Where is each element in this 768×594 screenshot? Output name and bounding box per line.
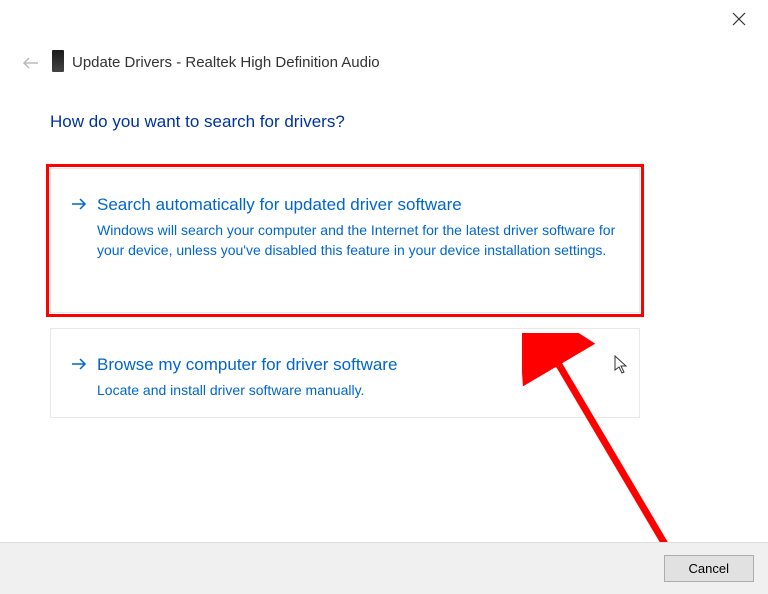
back-arrow-icon <box>22 56 40 70</box>
option-auto-description: Windows will search your computer and th… <box>97 221 617 260</box>
back-button <box>22 56 40 75</box>
option-search-automatically[interactable]: Search automatically for updated driver … <box>50 168 640 313</box>
close-icon <box>732 12 746 26</box>
option-arrow-icon <box>71 357 87 375</box>
cancel-button[interactable]: Cancel <box>664 555 754 582</box>
option-browse-description: Locate and install driver software manua… <box>97 381 617 401</box>
option-browse-title: Browse my computer for driver software <box>97 355 617 375</box>
device-icon <box>52 50 64 72</box>
option-arrow-icon <box>71 197 87 215</box>
bottom-bar: Cancel <box>0 542 768 594</box>
window-title: Update Drivers - Realtek High Definition… <box>72 54 380 71</box>
close-button[interactable] <box>732 12 750 30</box>
page-heading: How do you want to search for drivers? <box>50 112 345 132</box>
option-browse-computer[interactable]: Browse my computer for driver software L… <box>50 328 640 418</box>
option-auto-title: Search automatically for updated driver … <box>97 195 617 215</box>
